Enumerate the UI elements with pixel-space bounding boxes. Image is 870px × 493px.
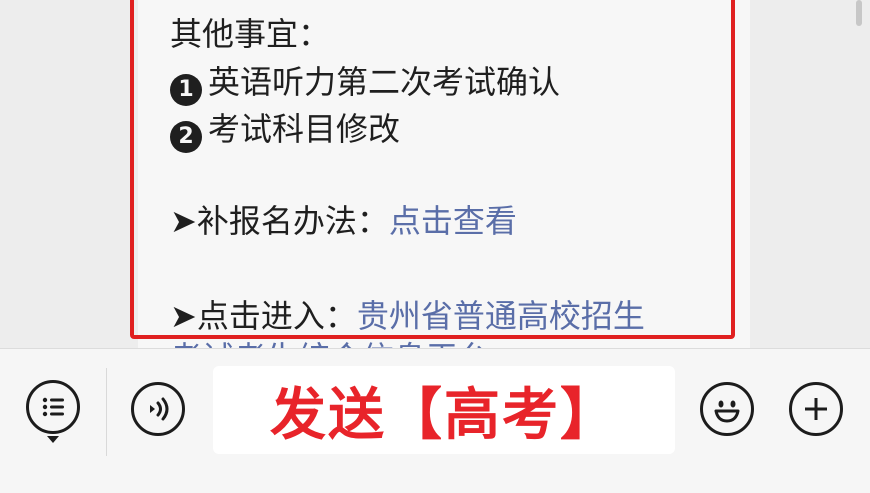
message-card: 其他事宜： 1 英语听力第二次考试确认 2 考试科目修改 ➤补报名办法：点击查看 ➤… <box>138 0 750 348</box>
item-text: 考试科目修改 <box>208 110 401 148</box>
platform-link-continued[interactable]: 考试考生综合信息平台 <box>170 336 490 348</box>
menu-list-icon[interactable] <box>26 380 80 434</box>
number-two-badge: 2 <box>170 121 202 153</box>
list-item: 2 考试科目修改 <box>170 107 400 153</box>
menu-caret-icon <box>47 436 59 443</box>
voice-icon[interactable] <box>131 382 185 436</box>
view-link[interactable]: 点击查看 <box>389 202 517 240</box>
platform-link[interactable]: 贵州省普通高校招生 <box>357 297 645 335</box>
plus-icon[interactable] <box>789 382 843 436</box>
input-text: 发送【高考】 <box>270 382 618 448</box>
list-item: 1 英语听力第二次考试确认 <box>170 60 560 106</box>
scrollbar[interactable] <box>856 0 862 26</box>
enter-line: ➤点击进入：贵州省普通高校招生 <box>170 294 645 338</box>
item-text: 英语听力第二次考试确认 <box>208 63 561 101</box>
other-matters-title: 其他事宜： <box>170 15 331 53</box>
divider <box>106 368 107 456</box>
message-input[interactable]: 发送【高考】 <box>213 366 675 454</box>
enter-label: ➤点击进入： <box>170 297 357 335</box>
supplement-line: ➤补报名办法：点击查看 <box>170 199 517 243</box>
emoji-icon[interactable] <box>700 382 754 436</box>
supplement-label: ➤补报名办法： <box>170 202 389 240</box>
number-one-badge: 1 <box>170 74 202 106</box>
